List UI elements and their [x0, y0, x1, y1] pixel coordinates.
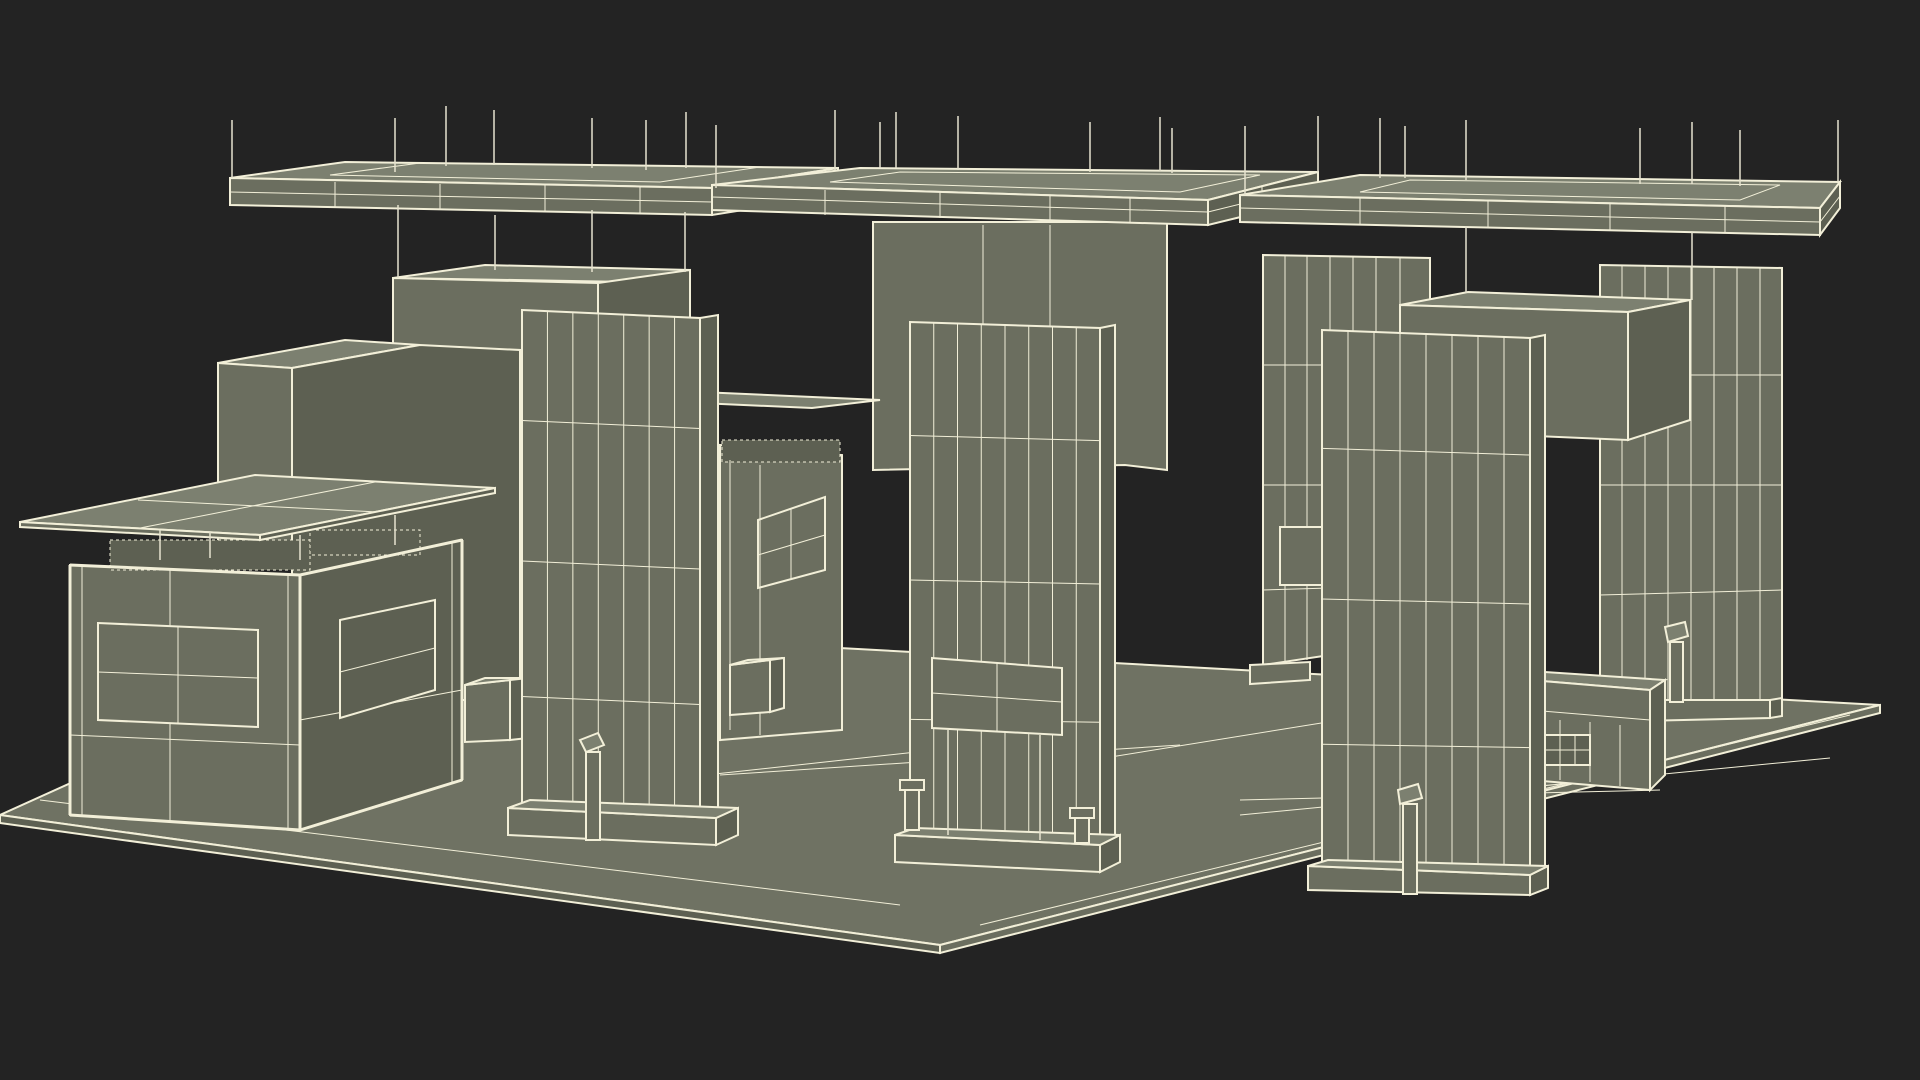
tall-pillar-right — [1307, 328, 1549, 897]
banner-frame-center — [711, 166, 1319, 227]
front-right-counter — [1526, 670, 1669, 793]
exhibition-stand-wireframe — [0, 106, 1881, 955]
viewport — [0, 0, 1920, 1080]
left-booth-front-screen — [97, 621, 259, 729]
pillar-right-base — [1307, 858, 1549, 897]
tall-pillar-center — [894, 320, 1121, 874]
tall-pillar-left — [507, 308, 739, 847]
banner-frame-right — [1239, 173, 1843, 239]
